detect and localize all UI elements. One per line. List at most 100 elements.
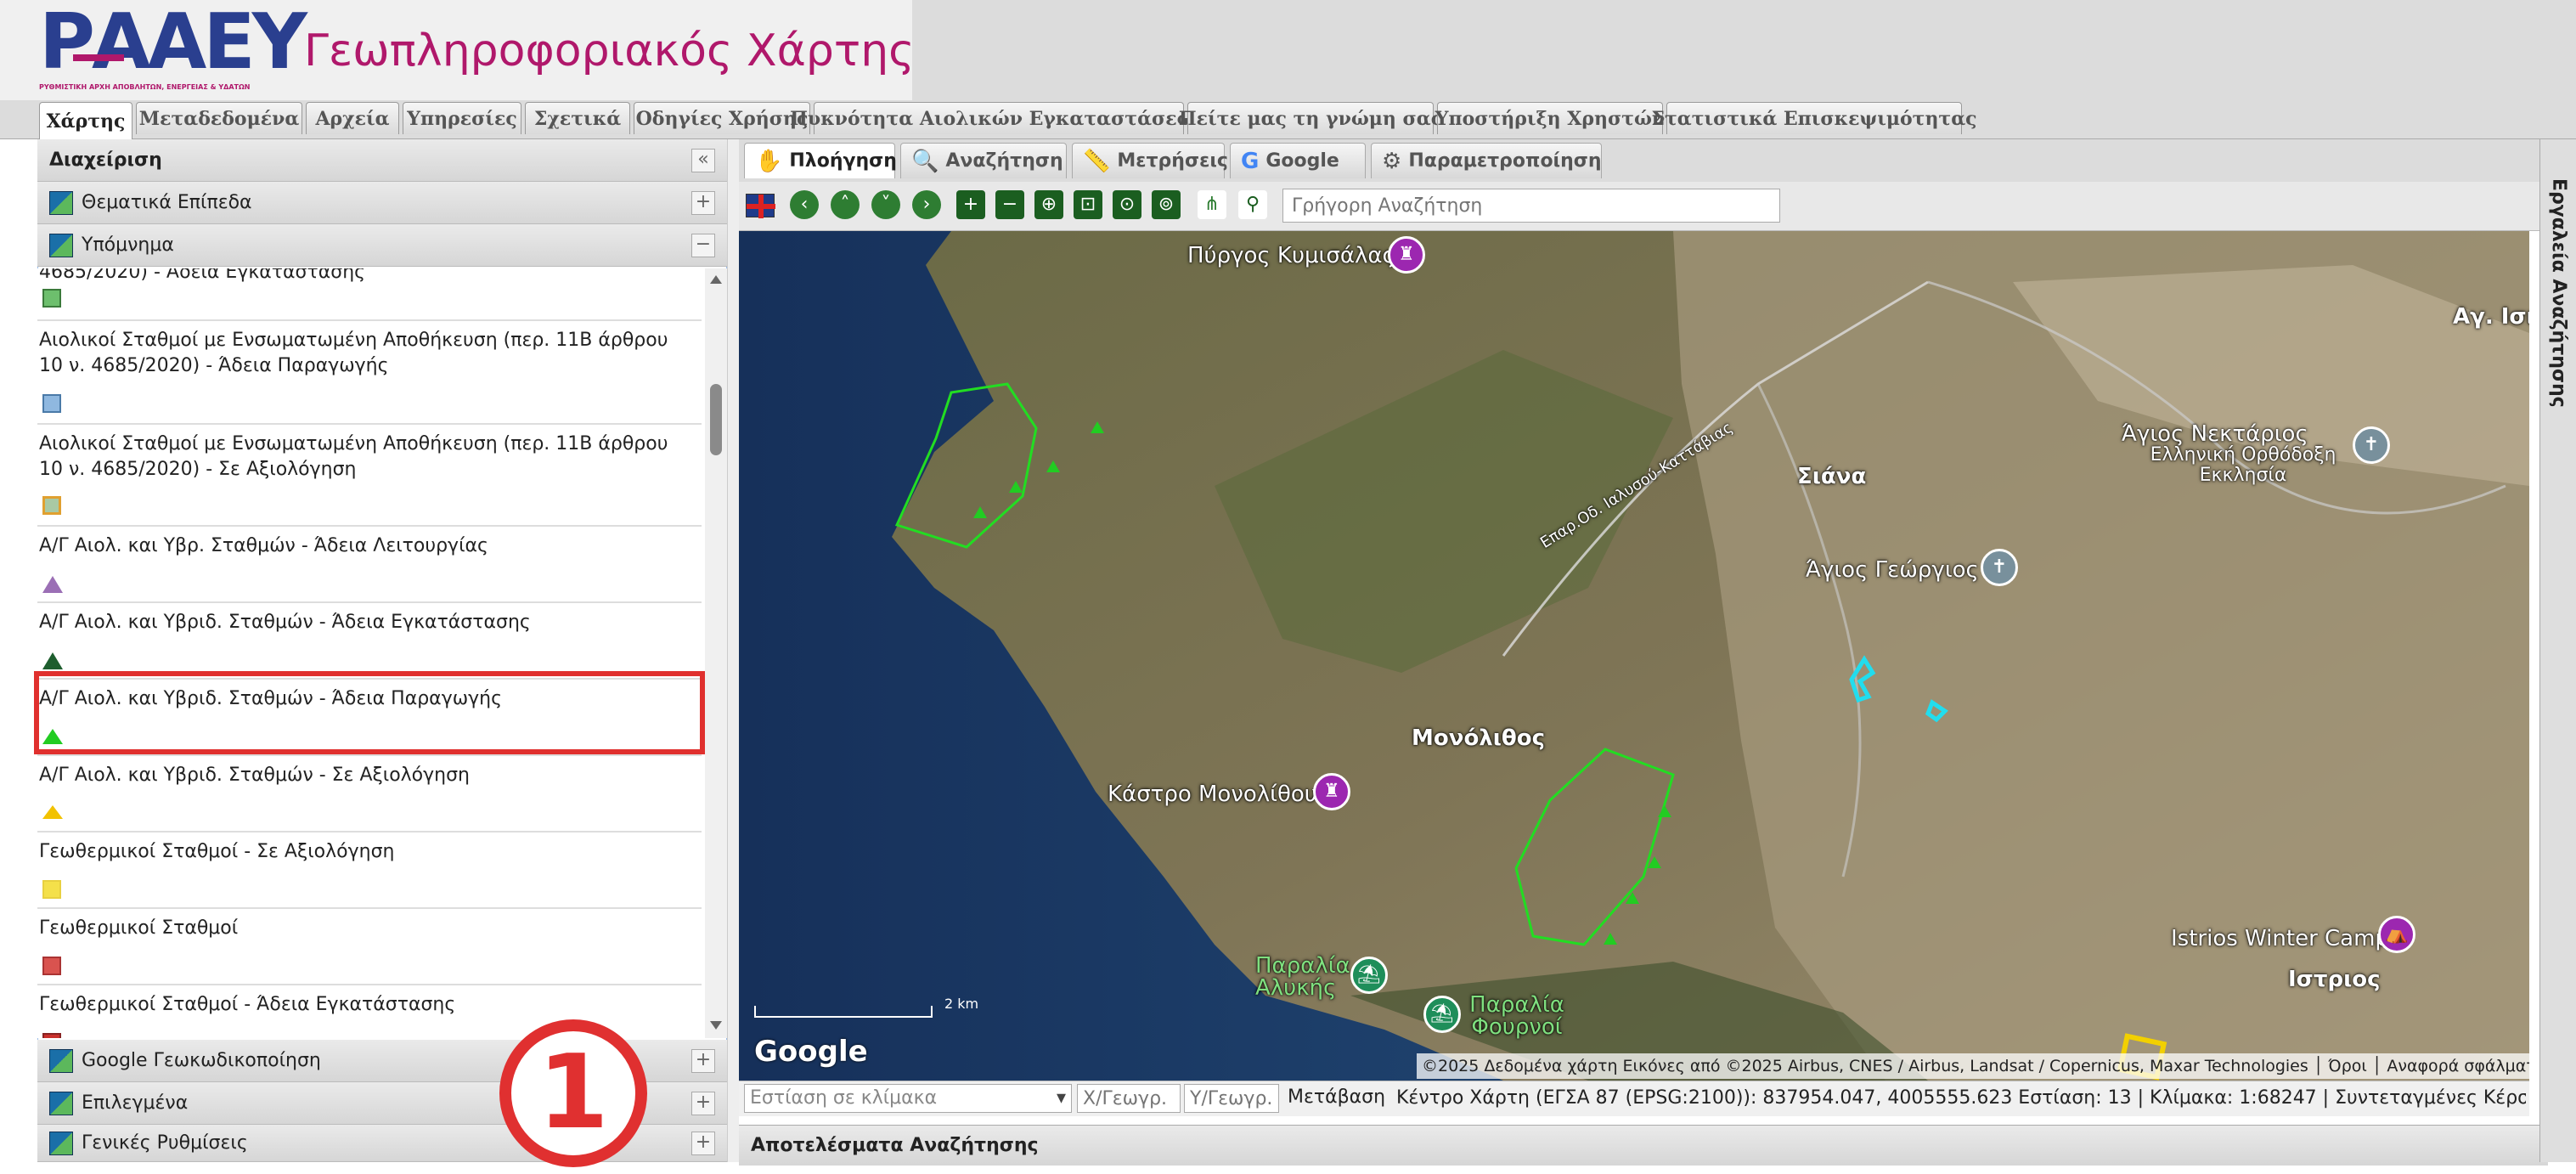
logo-subtitle: ΡΥΘΜΙΣΤΙΚΗ ΑΡΧΗ ΑΠΟΒΛΗΤΩΝ, ΕΝΕΡΓΕΙΑΣ & Υ… xyxy=(39,83,251,91)
tab-wind-density[interactable]: Πυκνότητα Αιολικών Εγκαταστάσεων xyxy=(790,102,1208,134)
zoom-extent-icon[interactable]: ⊡ xyxy=(1074,190,1102,219)
ruler-icon: 📏 xyxy=(1083,148,1111,174)
map-label-fournoi: Παραλία Φουρνοί xyxy=(1469,992,1564,1040)
beach-poi-icon[interactable]: ⛱ xyxy=(1423,996,1461,1033)
x-coordinate-input[interactable] xyxy=(1077,1084,1181,1113)
annotation-number-badge: 1 xyxy=(499,1019,647,1167)
settings-icon xyxy=(49,1131,73,1155)
section-legend[interactable]: Υπόμνημα − xyxy=(37,224,727,267)
legend-item-label: Γεωθερμικοί Σταθμοί - Σε Αξιολόγηση xyxy=(39,841,395,862)
google-icon: G xyxy=(1241,148,1260,174)
tab-feedback[interactable]: Πείτε μας τη γνώμη σας xyxy=(1179,102,1442,134)
wind-turbine-marker[interactable] xyxy=(1604,933,1617,945)
pan-down-icon[interactable]: ˅ xyxy=(871,190,900,219)
pan-right-icon[interactable]: › xyxy=(912,190,941,219)
legend-item: Α/Γ Αιολ. και Υβριδ. Σταθμών - Άδεια Εγκ… xyxy=(37,605,702,680)
tab-navigation[interactable]: ✋ Πλοήγηση xyxy=(744,143,897,178)
expand-icon[interactable]: + xyxy=(691,1132,715,1155)
pan-left-icon[interactable]: ‹ xyxy=(790,190,819,219)
wind-turbine-marker[interactable] xyxy=(973,506,987,518)
pan-up-icon[interactable]: ˄ xyxy=(831,190,860,219)
results-panel-header[interactable]: Αποτελέσματα Αναζήτησης xyxy=(739,1125,2548,1166)
camp-poi-icon[interactable]: ⛺ xyxy=(2378,916,2415,953)
map-label-ag-isid: Αγ. Ισιδ xyxy=(2453,304,2529,330)
legend-item: Αιολικοί Σταθμοί με Ενσωματωμένη Αποθήκε… xyxy=(37,323,702,425)
section-label: Γενικές Ρυθμίσεις xyxy=(82,1132,248,1154)
header-logo-area: ΡΑΑΕΥ ΡΥΘΜΙΣΤΙΚΗ ΑΡΧΗ ΑΠΟΒΛΗΤΩΝ, ΕΝΕΡΓΕΙ… xyxy=(0,0,915,100)
wind-turbine-marker[interactable] xyxy=(1658,805,1671,817)
zoom-next-icon[interactable]: ⊚ xyxy=(1152,190,1181,219)
map-canvas[interactable]: Πύργος Κυμισάλας ♜ Σιάνα Άγιος Νεκτάριος… xyxy=(739,231,2529,1081)
legend-triangle xyxy=(42,652,63,669)
zoom-box-icon[interactable]: ⊕ xyxy=(1034,190,1063,219)
status-info: Κέντρο Χάρτη (ΕΓΣΑ 87 (EPSG:2100)): 8379… xyxy=(1396,1087,2526,1109)
legend-scroll-thumb[interactable] xyxy=(710,384,722,455)
logo[interactable]: ΡΑΑΕΥ xyxy=(39,2,307,83)
expand-icon[interactable]: + xyxy=(691,191,715,215)
map-scale-label: 2 km xyxy=(944,996,979,1012)
panel-header-management: Διαχείριση « xyxy=(37,139,727,182)
legend-icon xyxy=(49,233,73,257)
panel-splitter[interactable] xyxy=(727,139,739,1162)
wind-turbine-marker[interactable] xyxy=(1626,892,1639,904)
hand-icon: ✋ xyxy=(755,148,783,174)
identify-icon[interactable]: ⋔ xyxy=(1198,190,1226,219)
legend-item: Α/Γ Αιολ. και Υβρ. Σταθμών - Άδεια Λειτο… xyxy=(37,528,702,603)
collapse-icon[interactable]: − xyxy=(691,234,715,257)
app-title: Γεωπληροφοριακός Χάρτης xyxy=(304,25,915,76)
tab-services[interactable]: Υπηρεσίες xyxy=(403,102,521,134)
tab-visit-stats[interactable]: Στατιστικά Επισκεψιμότητας xyxy=(1651,102,1977,134)
tab-user-support[interactable]: Υποστήριξη Χρηστών xyxy=(1435,102,1665,134)
tab-settings[interactable]: ⚙ Παραμετροποίηση xyxy=(1371,143,1602,178)
quick-search-input[interactable] xyxy=(1282,189,1780,223)
map-scalebar xyxy=(754,1006,933,1018)
highlight-box xyxy=(34,671,705,754)
legend-swatch xyxy=(42,1033,61,1038)
legend-list[interactable]: 4685/2020) - Άδεια Εγκατάστασης Αιολικοί… xyxy=(37,268,727,1038)
y-coordinate-input[interactable] xyxy=(1184,1084,1279,1113)
scroll-up-icon[interactable] xyxy=(710,275,722,284)
wind-turbine-marker[interactable] xyxy=(1009,481,1023,493)
collapse-left-icon[interactable]: « xyxy=(691,149,715,172)
tab-files[interactable]: Αρχεία xyxy=(306,102,399,134)
tab-about[interactable]: Σχετικά xyxy=(525,102,630,134)
tab-map[interactable]: Χάρτης xyxy=(39,102,132,139)
castle-poi-icon[interactable]: ♜ xyxy=(1388,236,1425,274)
tab-measurements[interactable]: 📏 Μετρήσεις xyxy=(1072,143,1228,178)
legend-swatch xyxy=(42,957,61,975)
church-poi-icon[interactable]: ✝ xyxy=(2353,426,2390,464)
map-label-kastro: Κάστρο Μονολίθου xyxy=(1108,782,1317,807)
scale-select[interactable]: Εστίαση σε κλίμακα ▾ xyxy=(744,1084,1072,1113)
legend-item: Γεωθερμικοί Σταθμοί xyxy=(37,911,702,985)
expand-icon[interactable]: + xyxy=(691,1049,715,1073)
section-label: Υπόμνημα xyxy=(82,234,174,256)
expand-icon[interactable]: + xyxy=(691,1092,715,1115)
zoom-out-icon[interactable]: − xyxy=(995,190,1024,219)
beach-poi-icon[interactable]: ⛱ xyxy=(1350,957,1388,994)
coordinates-icon[interactable]: ⚲ xyxy=(1238,190,1267,219)
tab-metadata[interactable]: Μεταδεδομένα xyxy=(136,102,302,134)
go-button[interactable]: Μετάβαση xyxy=(1288,1084,1385,1113)
map-label-siana: Σιάνα xyxy=(1797,464,1867,489)
tab-search[interactable]: 🔍 Αναζήτηση xyxy=(900,143,1067,178)
castle-poi-icon[interactable]: ♜ xyxy=(1313,773,1350,810)
church-poi-icon[interactable]: ✝ xyxy=(1981,549,2018,586)
legend-item-label: Γεωθερμικοί Σταθμοί - Άδεια Εγκατάστασης xyxy=(39,994,456,1015)
chevron-down-icon[interactable]: ▾ xyxy=(1057,1085,1066,1112)
wind-turbine-marker[interactable] xyxy=(1648,856,1661,868)
english-flag-icon[interactable] xyxy=(746,194,775,218)
scroll-down-icon[interactable] xyxy=(710,1021,722,1030)
legend-item-label: Α/Γ Αιολ. και Υβριδ. Σταθμών - Σε Αξιολό… xyxy=(39,765,470,786)
map-attribution[interactable]: ©2025 Δεδομένα χάρτη Εικόνες από ©2025 A… xyxy=(1417,1053,2529,1079)
map-label-pyrgos: Πύργος Κυμισάλας xyxy=(1187,243,1395,268)
map-label-church: Ελληνική Ορθόδοξη Εκκλησία xyxy=(2150,444,2336,486)
tab-user-guide[interactable]: Οδηγίες Χρήσης xyxy=(634,102,810,134)
wind-turbine-marker[interactable] xyxy=(1046,460,1060,472)
zoom-in-icon[interactable]: + xyxy=(956,190,985,219)
header-right-area xyxy=(912,0,2576,100)
wind-turbine-marker[interactable] xyxy=(1091,421,1104,433)
legend-swatch xyxy=(42,880,61,899)
section-thematic-layers[interactable]: Θεματικά Επίπεδα + xyxy=(37,182,727,224)
tab-google[interactable]: G Google xyxy=(1230,143,1366,178)
zoom-previous-icon[interactable]: ⊙ xyxy=(1113,190,1141,219)
